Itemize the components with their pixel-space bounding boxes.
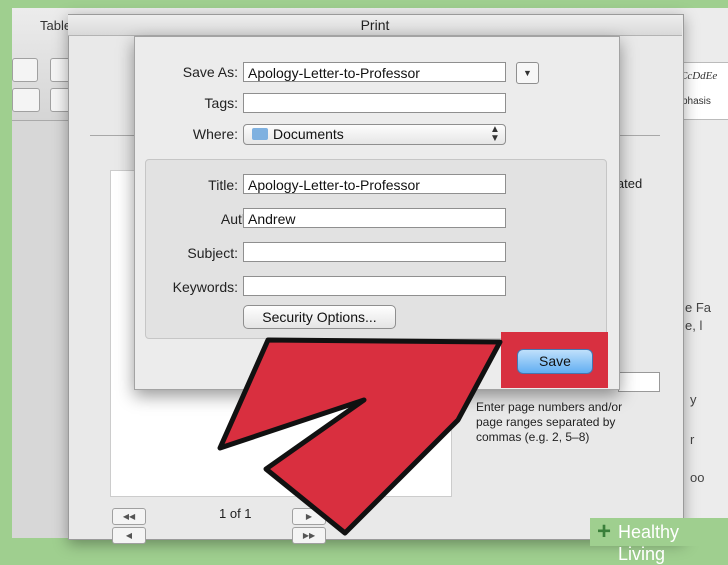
watermark-text: Healthy Living xyxy=(618,522,680,564)
plus-leaf-icon: + xyxy=(597,518,612,545)
pointer-arrow-icon xyxy=(217,337,503,536)
